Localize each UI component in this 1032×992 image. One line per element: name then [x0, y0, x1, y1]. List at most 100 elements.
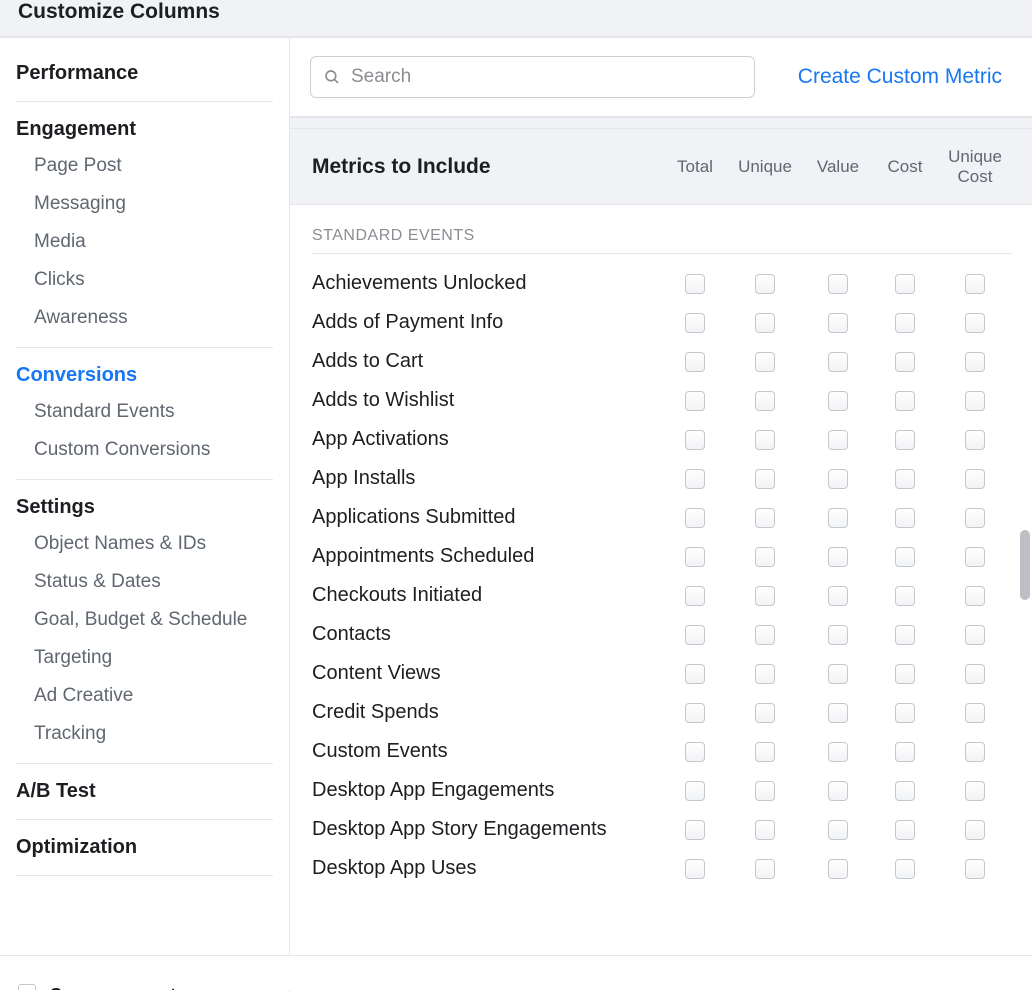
checkbox-value[interactable] — [828, 781, 848, 801]
checkbox-value[interactable] — [828, 469, 848, 489]
checkbox-total[interactable] — [685, 352, 705, 372]
checkbox-unique-cost[interactable] — [965, 781, 985, 801]
checkbox-unique[interactable] — [755, 742, 775, 762]
checkbox-value[interactable] — [828, 352, 848, 372]
checkbox-cost[interactable] — [895, 352, 915, 372]
checkbox-total[interactable] — [685, 820, 705, 840]
sidebar-section-conversions[interactable]: Conversions — [16, 358, 273, 393]
checkbox-value[interactable] — [828, 859, 848, 879]
checkbox-total[interactable] — [685, 781, 705, 801]
checkbox-value[interactable] — [828, 547, 848, 567]
checkbox-cost[interactable] — [895, 274, 915, 294]
sidebar-section-engagement[interactable]: Engagement — [16, 112, 273, 147]
checkbox-unique-cost[interactable] — [965, 274, 985, 294]
checkbox-unique-cost[interactable] — [965, 625, 985, 645]
checkbox-unique[interactable] — [755, 664, 775, 684]
checkbox-unique[interactable] — [755, 391, 775, 411]
create-custom-metric-link[interactable]: Create Custom Metric — [798, 65, 1012, 89]
sidebar-section-settings[interactable]: Settings — [16, 490, 273, 525]
checkbox-cost[interactable] — [895, 586, 915, 606]
checkbox-total[interactable] — [685, 859, 705, 879]
checkbox-unique[interactable] — [755, 313, 775, 333]
checkbox-unique-cost[interactable] — [965, 586, 985, 606]
checkbox-total[interactable] — [685, 469, 705, 489]
checkbox-unique[interactable] — [755, 547, 775, 567]
checkbox-unique-cost[interactable] — [965, 508, 985, 528]
checkbox-unique[interactable] — [755, 430, 775, 450]
checkbox-unique[interactable] — [755, 274, 775, 294]
sidebar-item-media[interactable]: Media — [16, 223, 273, 261]
checkbox-value[interactable] — [828, 703, 848, 723]
checkbox-value[interactable] — [828, 508, 848, 528]
sidebar-item-object-names-ids[interactable]: Object Names & IDs — [16, 525, 273, 563]
checkbox-value[interactable] — [828, 586, 848, 606]
checkbox-value[interactable] — [828, 820, 848, 840]
checkbox-cost[interactable] — [895, 508, 915, 528]
scrollbar-thumb[interactable] — [1020, 530, 1030, 600]
checkbox-unique-cost[interactable] — [965, 547, 985, 567]
checkbox-cost[interactable] — [895, 391, 915, 411]
checkbox-unique[interactable] — [755, 586, 775, 606]
checkbox-unique-cost[interactable] — [965, 742, 985, 762]
checkbox-unique-cost[interactable] — [965, 820, 985, 840]
checkbox-total[interactable] — [685, 508, 705, 528]
checkbox-unique[interactable] — [755, 469, 775, 489]
checkbox-unique-cost[interactable] — [965, 430, 985, 450]
checkbox-cost[interactable] — [895, 547, 915, 567]
checkbox-value[interactable] — [828, 430, 848, 450]
sidebar-item-custom-conversions[interactable]: Custom Conversions — [16, 431, 273, 469]
search-input[interactable] — [351, 66, 742, 88]
sidebar-item-standard-events[interactable]: Standard Events — [16, 393, 273, 431]
sidebar-item-messaging[interactable]: Messaging — [16, 185, 273, 223]
checkbox-unique[interactable] — [755, 352, 775, 372]
checkbox-unique[interactable] — [755, 859, 775, 879]
checkbox-total[interactable] — [685, 703, 705, 723]
sidebar-item-awareness[interactable]: Awareness — [16, 299, 273, 337]
sidebar-item-tracking[interactable]: Tracking — [16, 715, 273, 753]
checkbox-unique-cost[interactable] — [965, 859, 985, 879]
checkbox-cost[interactable] — [895, 859, 915, 879]
checkbox-unique-cost[interactable] — [965, 313, 985, 333]
sidebar-item-goal-budget-schedule[interactable]: Goal, Budget & Schedule — [16, 601, 273, 639]
checkbox-total[interactable] — [685, 742, 705, 762]
checkbox-cost[interactable] — [895, 469, 915, 489]
checkbox-cost[interactable] — [895, 742, 915, 762]
checkbox-unique-cost[interactable] — [965, 664, 985, 684]
checkbox-total[interactable] — [685, 547, 705, 567]
checkbox-cost[interactable] — [895, 664, 915, 684]
checkbox-value[interactable] — [828, 625, 848, 645]
checkbox-total[interactable] — [685, 313, 705, 333]
checkbox-value[interactable] — [828, 742, 848, 762]
checkbox-cost[interactable] — [895, 820, 915, 840]
checkbox-unique-cost[interactable] — [965, 352, 985, 372]
checkbox-value[interactable] — [828, 274, 848, 294]
sidebar-item-targeting[interactable]: Targeting — [16, 639, 273, 677]
checkbox-cost[interactable] — [895, 703, 915, 723]
checkbox-unique[interactable] — [755, 625, 775, 645]
checkbox-total[interactable] — [685, 391, 705, 411]
checkbox-total[interactable] — [685, 430, 705, 450]
sidebar-item-ad-creative[interactable]: Ad Creative — [16, 677, 273, 715]
checkbox-cost[interactable] — [895, 313, 915, 333]
checkbox-unique-cost[interactable] — [965, 703, 985, 723]
checkbox-cost[interactable] — [895, 430, 915, 450]
sidebar-section-performance[interactable]: Performance — [16, 56, 273, 91]
checkbox-total[interactable] — [685, 664, 705, 684]
checkbox-total[interactable] — [685, 274, 705, 294]
checkbox-unique-cost[interactable] — [965, 391, 985, 411]
checkbox-value[interactable] — [828, 391, 848, 411]
checkbox-unique[interactable] — [755, 703, 775, 723]
save-preset-checkbox[interactable] — [18, 984, 36, 990]
sidebar-item-page-post[interactable]: Page Post — [16, 147, 273, 185]
sidebar-item-clicks[interactable]: Clicks — [16, 261, 273, 299]
table-body[interactable]: STANDARD EVENTS Achievements UnlockedAdd… — [290, 205, 1032, 992]
checkbox-total[interactable] — [685, 586, 705, 606]
checkbox-cost[interactable] — [895, 625, 915, 645]
sidebar-section-optimization[interactable]: Optimization — [16, 830, 273, 865]
checkbox-unique-cost[interactable] — [965, 469, 985, 489]
checkbox-cost[interactable] — [895, 781, 915, 801]
search-field[interactable] — [310, 56, 755, 98]
sidebar-item-status-dates[interactable]: Status & Dates — [16, 563, 273, 601]
checkbox-value[interactable] — [828, 664, 848, 684]
checkbox-unique[interactable] — [755, 820, 775, 840]
